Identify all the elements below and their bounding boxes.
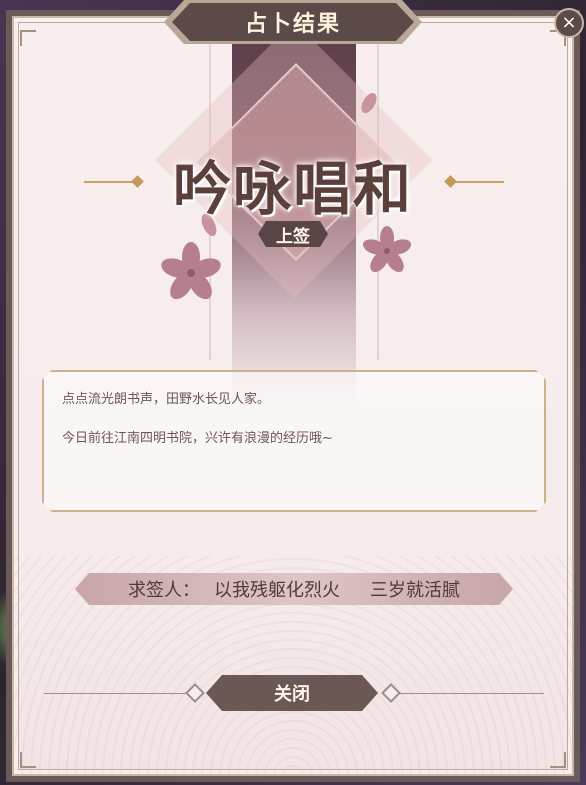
poem-line: 点点流光朗书声，田野水长见人家。 [62, 392, 271, 407]
corner-ornament [550, 752, 566, 768]
fortune-name: 吟咏唱和 [172, 155, 413, 223]
dialog-title: 占卜结果 [244, 11, 341, 37]
sakura-flower-icon [161, 242, 221, 300]
close-button[interactable]: 关闭 [206, 675, 378, 711]
divider-left [44, 693, 196, 694]
corner-ornament [20, 752, 36, 768]
seeker-label: 求签人： [128, 580, 200, 601]
fortune-text-box: 点点流光朗书声，田野水长见人家。 今日前往江南四明书院，兴许有浪漫的经历哦~ [42, 370, 546, 512]
sakura-flower-icon [363, 226, 411, 273]
gold-divider-right [454, 181, 504, 183]
seeker-server: 三岁就活腻 [370, 580, 460, 601]
title-plaque: 占卜结果 [172, 3, 414, 41]
seeker-name: 以我残躯化烈火 [214, 580, 340, 601]
gold-divider-left [84, 181, 134, 183]
divider-right [392, 693, 544, 694]
fortune-level-badge: 上签 [258, 221, 328, 247]
close-icon[interactable]: × [554, 8, 584, 38]
falling-petal-icon [361, 93, 377, 113]
poem-line: 今日前往江南四明书院，兴许有浪漫的经历哦~ [62, 431, 333, 446]
corner-ornament [20, 30, 36, 46]
seeker-banner: 求签人： 以我残躯化烈火 三岁就活腻 [75, 573, 513, 605]
